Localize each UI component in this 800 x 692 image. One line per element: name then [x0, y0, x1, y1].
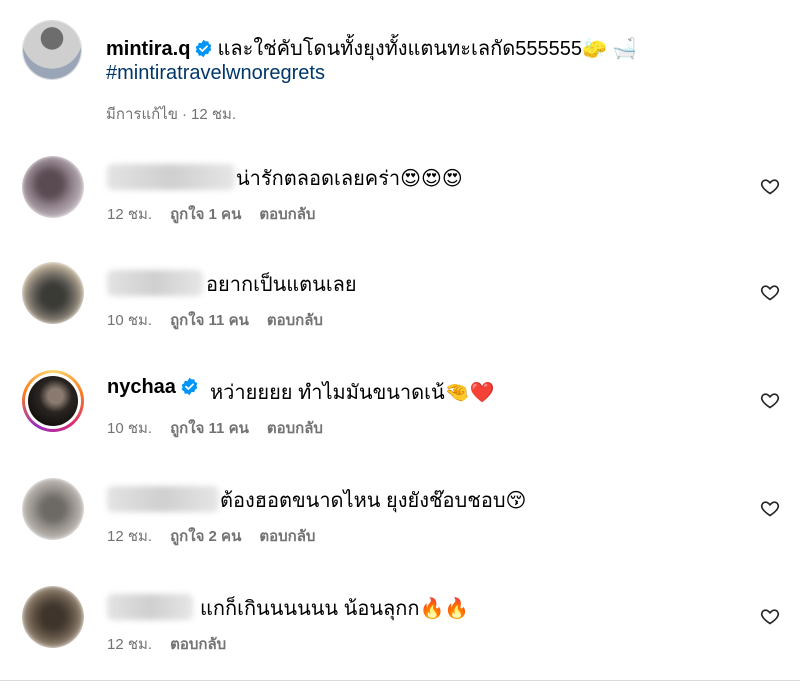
comment-text: น่ารักตลอดเลยคร่า😍😍😍 [236, 168, 463, 190]
comment-likes[interactable]: ถูกใจ 11 คน [170, 312, 249, 329]
comment-meta: 12 ชม. ตอบกลับ [107, 632, 244, 656]
reply-button[interactable]: ตอบกลับ [259, 528, 315, 545]
commenter-avatar[interactable] [22, 156, 84, 218]
commenter-username-text[interactable]: nychaa [107, 376, 176, 398]
commenter-avatar[interactable] [22, 586, 84, 648]
reply-button[interactable]: ตอบกลับ [259, 206, 315, 223]
comment-item: ต้องฮอตขนาดไหน ยุงยังช๊อบชอบ😚 12 ชม. ถูกใ… [0, 472, 800, 572]
heart-outline-icon[interactable] [760, 390, 780, 410]
comment-likes[interactable]: ถูกใจ 2 คน [170, 528, 241, 545]
verified-badge-icon [181, 377, 198, 396]
comment-text: แกก็เกินนนนนน น้อนลุกก🔥🔥 [200, 598, 470, 620]
post-time: 12 ชม. [191, 106, 237, 123]
heart-outline-icon[interactable] [760, 176, 780, 196]
commenter-username[interactable]: nychaa [107, 376, 203, 399]
comment-meta: 12 ชม. ถูกใจ 1 คน ตอบกลับ [107, 202, 333, 226]
post-meta: มีการแก้ไข · 12 ชม. [106, 102, 254, 126]
heart-outline-icon[interactable] [760, 282, 780, 302]
commenter-avatar[interactable] [22, 478, 84, 540]
post-caption-line: mintira.q และใช่คับโดนทั้งยุงทั้งแตนทะเลก… [106, 32, 637, 64]
comment-meta: 10 ชม. ถูกใจ 11 คน ตอบกลับ [107, 308, 341, 332]
comment-item: น่ารักตลอดเลยคร่า😍😍😍 12 ชม. ถูกใจ 1 คน ตอบ… [0, 150, 800, 250]
comment-text: หว่ายยยย ทำไมมันขนาดเน้🤏❤️ [210, 382, 495, 404]
comment-time: 12 ชม. [107, 206, 153, 223]
post-caption-text: และใช่คับโดนทั้งยุงทั้งแตนทะเลกัด555555 [217, 38, 582, 60]
reply-button[interactable]: ตอบกลับ [267, 420, 323, 437]
comment-item: แกก็เกินนนนนน น้อนลุกก🔥🔥 12 ชม. ตอบกลับ [0, 580, 800, 680]
commenter-avatar-story-ring[interactable] [22, 370, 84, 432]
commenter-username-redacted[interactable] [107, 594, 193, 620]
reply-button[interactable]: ตอบกลับ [170, 636, 226, 653]
comment-text: อยากเป็นแตนเลย [206, 274, 357, 296]
reply-button[interactable]: ตอบกลับ [267, 312, 323, 329]
comment-time: 12 ชม. [107, 528, 153, 545]
comment-text: ต้องฮอตขนาดไหน ยุงยังช๊อบชอบ😚 [220, 490, 527, 512]
comment-likes[interactable]: ถูกใจ 11 คน [170, 420, 249, 437]
meta-separator: · [182, 106, 187, 123]
post-caption-emojis: 🧽 🛁 [581, 38, 638, 60]
post-hashtag-link[interactable]: #mintiratravelwnoregrets [106, 62, 325, 85]
comment-meta: 10 ชม. ถูกใจ 11 คน ตอบกลับ [107, 416, 341, 440]
divider [0, 680, 800, 681]
comment-item: nychaa หว่ายยยย ทำไมมันขนาดเน้🤏❤️ 10 ชม.… [0, 364, 800, 464]
comment-time: 12 ชม. [107, 636, 153, 653]
comment-time: 10 ชม. [107, 420, 153, 437]
edited-label: มีการแก้ไข [106, 106, 178, 123]
commenter-username-redacted[interactable] [107, 486, 219, 512]
comment-meta: 12 ชม. ถูกใจ 2 คน ตอบกลับ [107, 524, 333, 548]
post-author-username[interactable]: mintira.q [106, 38, 190, 60]
commenter-username-redacted[interactable] [107, 164, 235, 190]
verified-badge-icon [196, 39, 212, 58]
comment-time: 10 ชม. [107, 312, 153, 329]
heart-outline-icon[interactable] [760, 606, 780, 626]
comment-item: อยากเป็นแตนเลย 10 ชม. ถูกใจ 11 คน ตอบกลับ [0, 256, 800, 356]
commenter-avatar[interactable] [22, 262, 84, 324]
comment-likes[interactable]: ถูกใจ 1 คน [170, 206, 241, 223]
post-author-avatar[interactable] [22, 20, 82, 80]
commenter-username-redacted[interactable] [107, 270, 203, 296]
heart-outline-icon[interactable] [760, 498, 780, 518]
